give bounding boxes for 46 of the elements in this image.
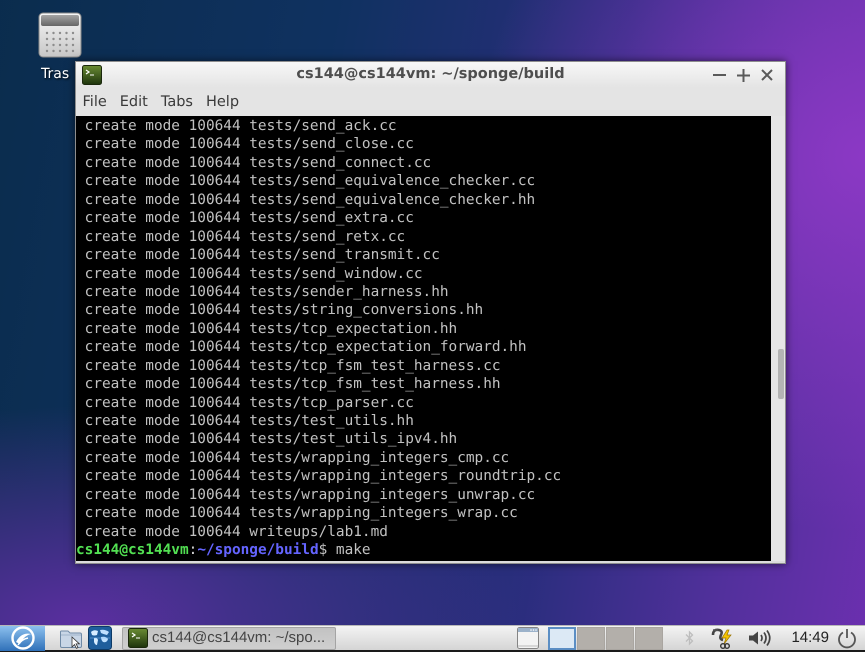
start-menu-button[interactable] <box>0 626 45 650</box>
taskbar-task-button[interactable]: cs144@cs144vm: ~/spo... <box>122 626 336 650</box>
terminal-line: create mode 100644 tests/send_equivalence_checker.hh <box>84 190 536 210</box>
terminal-line: create mode 100644 tests/tcp_expectation.hh <box>84 320 458 338</box>
terminal-line: create mode 100644 tests/wrapping_integers_roundtrip.cc <box>84 467 562 486</box>
terminal-line: create mode 100644 tests/wrapping_integers_wrap.cc <box>84 504 518 523</box>
menu-item[interactable]: Help <box>199 91 246 113</box>
clock: 14:49 <box>791 628 829 648</box>
world-map-icon[interactable] <box>88 626 112 650</box>
terminal-line: create mode 100644 tests/send_connect.cc <box>84 154 432 172</box>
minus-icon <box>712 74 726 76</box>
terminal-line: create mode 100644 tests/test_utils.hh <box>84 412 414 430</box>
power-icon[interactable] <box>837 628 857 648</box>
close-icon <box>761 69 773 81</box>
terminal-icon <box>128 628 148 648</box>
terminal-line: create mode 100644 tests/tcp_fsm_test_harness.hh <box>84 375 501 394</box>
terminal-line: create mode 100644 tests/tcp_fsm_test_harness.cc <box>84 356 501 376</box>
terminal-line: create mode 100644 tests/sender_harness.hh <box>84 282 449 302</box>
menu-item[interactable]: Tabs <box>154 91 200 113</box>
terminal-line: create mode 100644 writeups/lab1.md <box>84 522 388 542</box>
terminal-line: create mode 100644 tests/send_close.cc <box>84 135 414 154</box>
terminal-line: create mode 100644 tests/send_ack.cc <box>84 117 397 136</box>
terminal-line: create mode 100644 tests/string_conversions.hh <box>84 301 484 320</box>
menu-item[interactable]: File <box>76 91 114 113</box>
scrollbar-thumb[interactable] <box>778 349 784 399</box>
plus-icon <box>736 68 750 82</box>
shell-prompt-line: cs144@cs144vm:~/sponge/build$ make <box>76 541 371 560</box>
workspace-button[interactable] <box>548 626 576 650</box>
terminal-line: create mode 100644 tests/send_retx.cc <box>84 228 406 246</box>
window-title: cs144@cs144vm: ~/sponge/build <box>296 65 565 84</box>
terminal-icon <box>82 65 102 85</box>
terminal-line: create mode 100644 tests/test_utils_ipv4.hh <box>84 430 458 449</box>
swoosh-logo-icon <box>8 626 36 650</box>
menu-item[interactable]: Edit <box>113 91 154 113</box>
terminal-line: create mode 100644 tests/send_equivalence_checker.cc <box>84 172 536 191</box>
terminal-line: create mode 100644 tests/wrapping_integers_unwrap.cc <box>84 486 536 504</box>
terminal-line: create mode 100644 tests/tcp_expectation_forward.hh <box>84 338 527 357</box>
terminal-line: create mode 100644 tests/send_window.cc <box>84 264 423 283</box>
trash-can-icon[interactable] <box>38 12 82 58</box>
speaker-icon[interactable] <box>748 629 772 647</box>
terminal-line: create mode 100644 tests/tcp_parser.cc <box>84 394 414 412</box>
terminal-line: create mode 100644 tests/send_extra.cc <box>84 209 414 228</box>
show-desktop-icon[interactable] <box>517 627 540 649</box>
desktop-icon-label[interactable]: Tras <box>41 66 70 82</box>
terminal-line: create mode 100644 tests/wrapping_integers_cmp.cc <box>84 448 510 468</box>
terminal-line: create mode 100644 tests/send_transmit.cc <box>84 246 440 264</box>
